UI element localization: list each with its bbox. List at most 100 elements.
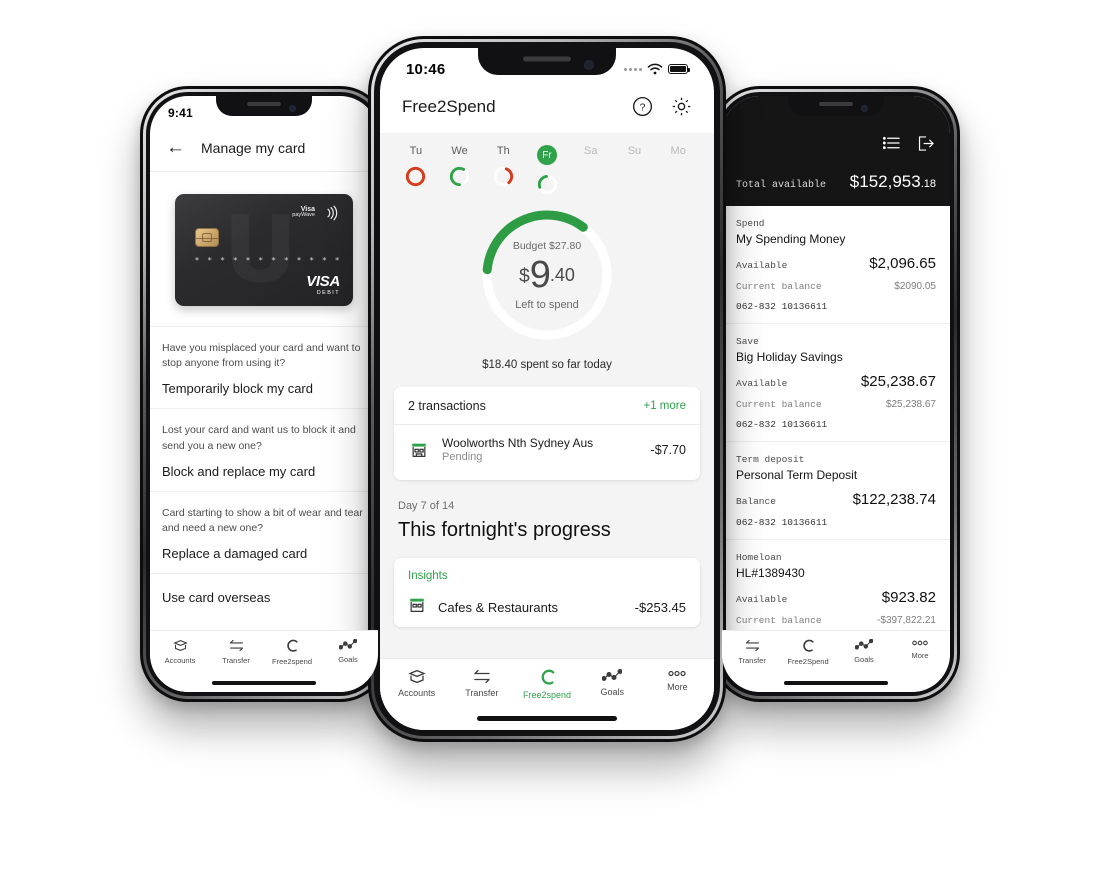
free2spend-icon <box>801 639 815 653</box>
card-chip-icon <box>195 228 219 247</box>
tab-accounts[interactable]: Accounts <box>384 669 449 700</box>
list-item[interactable]: Lost your card and want us to block it a… <box>150 408 378 490</box>
transactions-count: 2 transactions <box>408 399 486 413</box>
accounts-icon <box>172 639 188 652</box>
store-icon <box>408 596 426 619</box>
day-mo[interactable]: Mo <box>656 145 700 195</box>
manage-card-header: ← Manage my card <box>150 130 378 172</box>
account-card[interactable]: Term deposit Personal Term Deposit Balan… <box>722 442 950 540</box>
home-indicator[interactable] <box>784 681 888 685</box>
tab-label: Goals <box>600 687 624 697</box>
list-item-use-card-overseas[interactable]: Use card overseas <box>150 573 378 621</box>
home-indicator[interactable] <box>212 681 316 685</box>
tab-label: Transfer <box>222 656 250 665</box>
day-ring-icon <box>493 166 513 187</box>
tab-accounts[interactable]: Accounts <box>152 639 208 666</box>
tab-more[interactable]: More <box>645 669 710 700</box>
table-row[interactable]: Woolworths Nth Sydney Aus Pending -$7.70 <box>394 425 700 476</box>
fortnight-progress-section: Day 7 of 14 This fortnight's progress <box>380 480 714 542</box>
option-action[interactable]: Temporarily block my card <box>162 381 366 396</box>
tab-goals[interactable]: Goals <box>836 639 892 666</box>
list-icon[interactable] <box>882 136 900 156</box>
list-item[interactable]: Card starting to show a bit of wear and … <box>150 490 378 573</box>
three-phone-mockup-scene: 9:41 ← Manage my card U * * * * * * * * … <box>0 0 1100 876</box>
tab-label: More <box>667 682 688 692</box>
account-available-row: Available $2,096.65 <box>736 255 936 272</box>
budget-gauge: Budget $27.80 $9.40 Left to spend <box>477 205 617 345</box>
balance-label: Current balance <box>736 399 822 410</box>
section-title: This fortnight's progress <box>398 519 611 541</box>
gauge-caption: Left to spend <box>515 298 579 311</box>
status-time: 9:41 <box>168 106 193 120</box>
transfer-icon <box>228 639 245 652</box>
account-balance-row: Current balance $25,238.67 <box>736 399 936 410</box>
day-ring-icon <box>449 166 470 187</box>
tab-transfer[interactable]: Transfer <box>724 639 780 666</box>
available-value: $25,238.67 <box>860 373 936 390</box>
tab-label: Free2spend <box>271 657 313 666</box>
day-su[interactable]: Su <box>613 145 657 195</box>
account-available-row: Available $923.82 <box>736 589 936 606</box>
day-label: Fr <box>537 145 558 165</box>
account-card[interactable]: Spend My Spending Money Available $2,096… <box>722 206 950 324</box>
right-phone-device: Total available $152,953.18 Spend My Spe… <box>712 86 960 702</box>
svg-text:?: ? <box>640 102 646 114</box>
day-fr[interactable]: Fr <box>525 145 569 195</box>
help-circle-icon[interactable]: ? <box>632 96 653 117</box>
balance-value: $25,238.67 <box>885 399 936 410</box>
account-number: 062-832 10136611 <box>736 419 828 430</box>
day-sa[interactable]: Sa <box>569 145 613 195</box>
arrow-left-icon[interactable]: ← <box>166 138 185 157</box>
logout-icon[interactable] <box>918 136 934 156</box>
day-label: Tu <box>409 145 423 157</box>
card-preview-area: U * * * * * * * * * * * * Visa payWave <box>150 172 378 326</box>
day-we[interactable]: We <box>438 145 482 195</box>
day-th[interactable]: Th <box>481 145 525 195</box>
transfer-icon <box>472 669 492 684</box>
tab-label: Free2spend <box>522 690 572 700</box>
insights-label: Insights <box>408 570 448 582</box>
left-notch <box>216 96 312 116</box>
option-action[interactable]: Block and replace my card <box>162 464 366 479</box>
tab-free2spend[interactable]: Free2Spend <box>780 639 836 666</box>
wifi-icon <box>647 63 663 75</box>
tab-label: More <box>911 651 929 660</box>
tab-goals[interactable]: Goals <box>320 639 376 666</box>
account-card[interactable]: Homeloan HL#1389430 Available $923.82 Cu… <box>722 540 950 638</box>
earpiece-speaker <box>523 56 571 62</box>
day-tu[interactable]: Tu <box>394 145 438 195</box>
debit-card-visual[interactable]: U * * * * * * * * * * * * Visa payWave <box>175 194 353 306</box>
front-camera <box>289 104 296 112</box>
tab-free2spend[interactable]: Free2spend <box>264 639 320 666</box>
account-card[interactable]: Save Big Holiday Savings Available $25,2… <box>722 324 950 442</box>
home-indicator[interactable] <box>477 716 617 721</box>
tab-goals[interactable]: Goals <box>580 669 645 700</box>
contactless-icon <box>327 205 338 221</box>
transactions-card: 2 transactions +1 more Woolworths Nth Sy… <box>394 387 700 480</box>
total-available-row: Total available $152,953.18 <box>722 156 950 192</box>
tab-transfer[interactable]: Transfer <box>208 639 264 666</box>
visa-wordmark: VISA <box>306 273 340 290</box>
list-item[interactable]: Cafes & Restaurants -$253.45 <box>408 596 686 619</box>
day-label: Th <box>496 145 510 157</box>
total-available-value: $152,953.18 <box>849 172 936 191</box>
option-action[interactable]: Replace a damaged card <box>162 546 366 561</box>
tab-free2spend[interactable]: Free2spend <box>514 669 579 700</box>
available-label: Available <box>736 378 788 389</box>
tab-more[interactable]: More <box>892 639 948 666</box>
account-available-row: Available $25,238.67 <box>736 373 936 390</box>
front-camera <box>861 104 868 112</box>
insights-card[interactable]: Insights Cafes & Restaurants -$253.45 <box>394 558 700 627</box>
store-icon <box>408 441 430 459</box>
tab-label: Accounts <box>164 656 196 665</box>
tab-label: Transfer <box>738 656 766 665</box>
bank-logo-letter: U <box>223 204 298 296</box>
tab-label: Goals <box>338 655 358 664</box>
list-item[interactable]: Have you misplaced your card and want to… <box>150 326 378 408</box>
available-label: Available <box>736 260 788 271</box>
accounts-icon <box>407 669 426 684</box>
gear-icon[interactable] <box>671 96 692 117</box>
transactions-more-link[interactable]: +1 more <box>643 400 686 412</box>
tab-transfer[interactable]: Transfer <box>449 669 514 700</box>
spent-today-text: $18.40 spent so far today <box>482 359 612 371</box>
